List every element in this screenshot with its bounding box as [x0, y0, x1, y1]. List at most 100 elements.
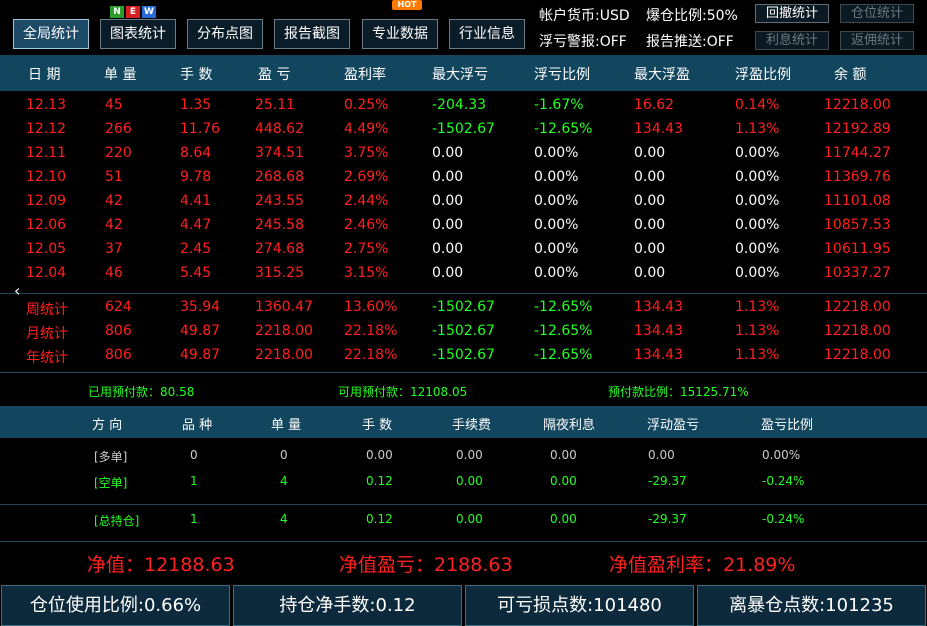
stats-cell-max-float-profit: 16.62 [634, 97, 675, 113]
stats-cell-orders: 45 [105, 97, 123, 113]
position-cell-float-pnl: -29.37 [648, 512, 687, 526]
total-cell-lots: 35.94 [180, 299, 221, 315]
positions-body: [多单] 0 0 0.00 0.00 0.00 0.00 0.00% [空单] 1 4 0.12 0.0… [0, 438, 927, 542]
stats-cell-pnl: 274.68 [255, 241, 304, 257]
total-cell-max-float-profit: 134.43 [634, 347, 683, 363]
pos-col-orders: 单 量 [271, 418, 302, 433]
total-cell-pnl: 1360.47 [255, 299, 313, 315]
position-cell-orders: 4 [280, 512, 288, 526]
chevron-left-icon[interactable]: ‹ [14, 281, 20, 300]
stats-cell-lots: 4.41 [180, 193, 212, 209]
stats-cell-profit-rate: 2.46% [344, 217, 389, 233]
stats-cell-max-float-loss: 0.00 [432, 265, 464, 281]
stats-cell-pnl: 245.58 [255, 217, 304, 233]
stats-cell-lots: 8.64 [180, 145, 212, 161]
total-cell-orders: 806 [105, 347, 132, 363]
total-cell-profit-rate: 22.18% [344, 323, 398, 339]
col-orders: 单 量 [104, 67, 137, 83]
position-cell-pnl-ratio: -0.24% [762, 474, 805, 488]
stats-cell-max-float-loss: 0.00 [432, 241, 464, 257]
stats-cell-float-profit-ratio: 0.00% [735, 145, 780, 161]
total-cell-float-loss-ratio: -12.65% [534, 299, 593, 315]
global-stats-button[interactable]: 全局统计 [13, 19, 89, 49]
col-pnl: 盈 亏 [258, 67, 291, 83]
stats-cell-profit-rate: 3.15% [344, 265, 389, 281]
pos-col-direction: 方 向 [92, 418, 123, 433]
stats-cell-float-profit-ratio: 0.00% [735, 265, 780, 281]
stats-cell-max-float-loss: 0.00 [432, 217, 464, 233]
stats-cell-profit-rate: 0.25% [344, 97, 389, 113]
stats-table-body: 12.13 45 1.35 25.11 0.25% -204.33 -1.67% 16.62 0… [0, 91, 927, 373]
stats-cell-date: 12.13 [26, 97, 67, 113]
account-currency: 帐户货币:USD [539, 8, 630, 24]
rebate-stats-button[interactable]: 返佣统计 [840, 31, 914, 50]
stats-cell-max-float-loss: -204.33 [432, 97, 487, 113]
stats-cell-float-profit-ratio: 1.13% [735, 121, 780, 137]
total-cell-max-float-loss: -1502.67 [432, 347, 495, 363]
report-screenshot-button[interactable]: 报告截图 [274, 19, 350, 49]
total-cell-orders: 624 [105, 299, 132, 315]
stats-cell-balance: 10337.27 [824, 265, 891, 281]
total-cell-pnl: 2218.00 [255, 323, 313, 339]
chart-stats-button[interactable]: 图表统计 [100, 19, 176, 49]
industry-info-button[interactable]: 行业信息 [449, 19, 525, 49]
top-toolbar: N E W HOT 全局统计 图表统计 分布点图 报告截图 专业数据 行业信息 … [0, 0, 927, 55]
loss-points: 可亏损点数:101480 [465, 585, 694, 626]
net-profit: 净值盈亏：2188.63 [339, 554, 513, 576]
net-lots: 持仓净手数:0.12 [233, 585, 462, 626]
stats-cell-balance: 12218.00 [824, 97, 891, 113]
stats-table-header: 日 期 单 量 手 数 盈 亏 盈利率 最大浮亏 浮亏比例 最大浮盈 浮盈比例 … [0, 55, 927, 91]
stats-cell-profit-rate: 2.44% [344, 193, 389, 209]
divider [0, 504, 927, 505]
distribution-chart-button[interactable]: 分布点图 [187, 19, 263, 49]
position-stats-button[interactable]: 仓位统计 [840, 4, 914, 23]
col-date: 日 期 [28, 67, 61, 83]
total-cell-balance: 12218.00 [824, 299, 891, 315]
stats-cell-balance: 12192.89 [824, 121, 891, 137]
stats-cell-pnl: 448.62 [255, 121, 304, 137]
stats-cell-orders: 37 [105, 241, 123, 257]
interest-stats-button[interactable]: 利息统计 [755, 31, 829, 50]
positions-header: 方 向 品 种 单 量 手 数 手续费 隔夜利息 浮动盈亏 盈亏比例 [0, 406, 927, 438]
stats-cell-orders: 42 [105, 217, 123, 233]
stats-cell-profit-rate: 2.69% [344, 169, 389, 185]
stats-cell-orders: 220 [105, 145, 132, 161]
burst-points: 离暴仓点数:101235 [697, 585, 926, 626]
stats-cell-date: 12.10 [26, 169, 67, 185]
stats-cell-lots: 11.76 [180, 121, 221, 137]
position-cell-direction: [空单] [94, 476, 128, 490]
total-cell-max-float-profit: 134.43 [634, 299, 683, 315]
total-cell-max-float-loss: -1502.67 [432, 299, 495, 315]
position-cell-float-pnl: 0.00 [648, 448, 675, 462]
stats-cell-float-profit-ratio: 0.00% [735, 217, 780, 233]
stats-cell-orders: 46 [105, 265, 123, 281]
stats-cell-date: 12.05 [26, 241, 67, 257]
new-badge-w: W [142, 6, 156, 18]
pos-col-lots: 手 数 [362, 418, 393, 433]
stats-cell-balance: 11101.08 [824, 193, 891, 209]
total-cell-max-float-profit: 134.43 [634, 323, 683, 339]
total-cell-float-loss-ratio: -12.65% [534, 347, 593, 363]
stats-cell-float-loss-ratio: 0.00% [534, 145, 579, 161]
drawdown-stats-button[interactable]: 回撤统计 [755, 4, 829, 23]
margin-summary: 已用预付款：80.58 可用预付款：12108.05 预付款比例：15125.7… [0, 373, 927, 406]
position-cell-swap: 0.00 [550, 474, 577, 488]
pos-col-symbol: 品 种 [182, 418, 213, 433]
position-cell-swap: 0.00 [550, 448, 577, 462]
stats-cell-date: 12.06 [26, 217, 67, 233]
total-cell-pnl: 2218.00 [255, 347, 313, 363]
stats-cell-lots: 4.47 [180, 217, 212, 233]
position-cell-direction: [多单] [94, 450, 128, 464]
hot-badge: HOT [392, 0, 422, 10]
stats-cell-max-float-loss: 0.00 [432, 145, 464, 161]
col-profit-rate: 盈利率 [344, 67, 386, 83]
pro-data-button[interactable]: 专业数据 [362, 19, 438, 49]
pos-col-float-pnl: 浮动盈亏 [647, 418, 700, 433]
stats-cell-profit-rate: 2.75% [344, 241, 389, 257]
used-margin: 已用预付款：80.58 [88, 385, 195, 399]
stats-cell-max-float-profit: 0.00 [634, 241, 666, 257]
float-loss-alert: 浮亏警报:OFF [539, 34, 627, 50]
position-usage: 仓位使用比例:0.66% [1, 585, 230, 626]
net-value: 净值：12188.63 [87, 554, 235, 576]
total-cell-balance: 12218.00 [824, 347, 891, 363]
